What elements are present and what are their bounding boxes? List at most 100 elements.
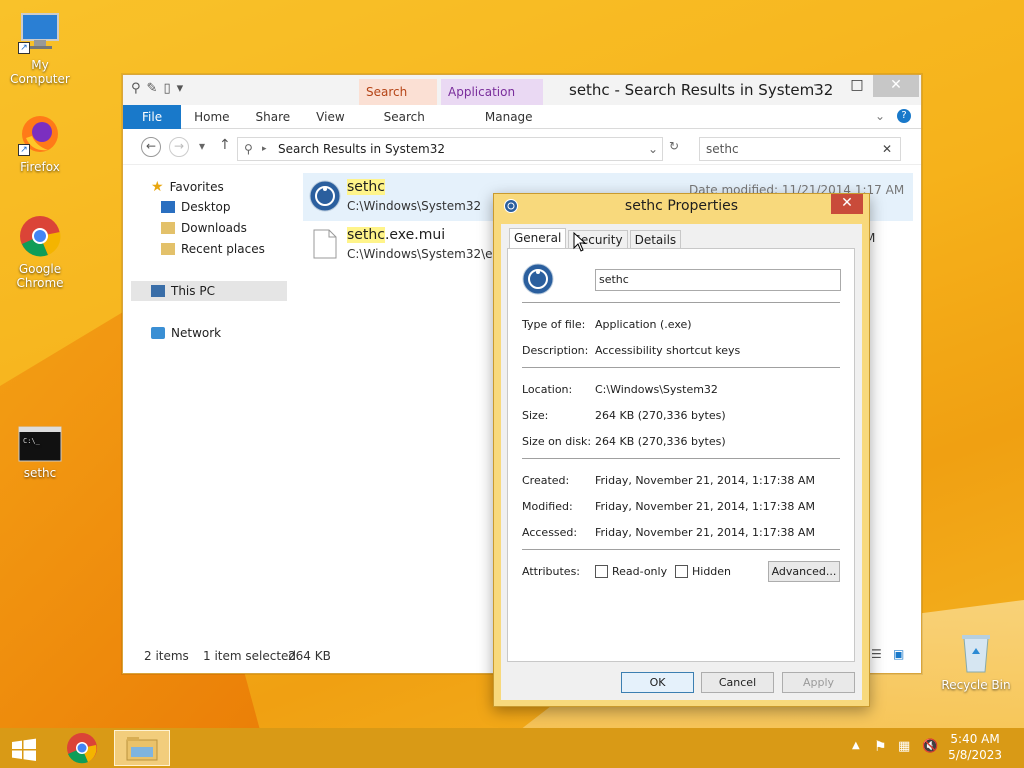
clock-time: 5:40 AM	[950, 732, 1000, 746]
app-icon	[309, 180, 341, 215]
file-path: C:\Windows\System32	[347, 199, 482, 213]
nav-recent-places[interactable]: Recent places	[161, 242, 265, 256]
tab-search[interactable]: Search	[358, 105, 451, 129]
apply-button[interactable]: Apply	[782, 672, 855, 693]
modified-value: Friday, November 21, 2014, 1:17:38 AM	[595, 500, 815, 513]
large-icons-view-icon[interactable]: ▣	[893, 647, 904, 661]
chevron-down-icon[interactable]: ▾	[199, 139, 205, 153]
desktop-icon-sethc[interactable]: C:\_ sethc	[0, 426, 80, 480]
new-folder-icon[interactable]: ▯	[163, 81, 170, 96]
size-on-disk-label: Size on disk:	[522, 435, 592, 448]
dialog-title: sethc Properties	[624, 198, 739, 214]
window-title: sethc - Search Results in System32	[569, 81, 834, 99]
chevron-down-icon[interactable]: ⌄	[875, 109, 885, 123]
taskbar-chrome[interactable]	[60, 730, 104, 766]
desktop-folder-icon	[161, 201, 175, 213]
file-path: C:\Windows\System32\en-U	[347, 247, 514, 261]
nav-favorites[interactable]: ★ Favorites	[151, 179, 224, 195]
divider	[522, 302, 840, 303]
type-value: Application (.exe)	[595, 318, 692, 331]
attributes-label: Attributes:	[522, 565, 581, 578]
desktop-icon-label: My Computer	[10, 58, 70, 86]
tab-manage[interactable]: Manage	[451, 105, 567, 129]
action-center-flag-icon[interactable]: ⚑	[874, 739, 887, 755]
dialog-close-button[interactable]: ✕	[831, 194, 863, 214]
divider	[522, 367, 840, 368]
show-hidden-icons-icon[interactable]: ▲	[852, 740, 860, 751]
nav-network[interactable]: Network	[151, 326, 221, 340]
back-button[interactable]: ←	[141, 137, 161, 157]
tab-home[interactable]: Home	[181, 105, 242, 129]
address-text: Search Results in System32	[278, 142, 445, 156]
tab-details[interactable]: Details	[629, 230, 682, 248]
nav-downloads[interactable]: Downloads	[161, 221, 247, 235]
location-value: C:\Windows\System32	[595, 383, 718, 396]
hidden-checkbox[interactable]: Hidden	[675, 565, 731, 578]
properties-icon[interactable]: ✎	[147, 81, 158, 96]
size-on-disk-value: 264 KB (270,336 bytes)	[595, 435, 726, 448]
shortcut-arrow-icon: ↗	[18, 144, 30, 156]
maximize-button[interactable]: □	[843, 75, 871, 97]
created-label: Created:	[522, 474, 570, 487]
app-icon	[522, 263, 554, 298]
selection-info: 1 item selected	[203, 649, 297, 663]
accessed-value: Friday, November 21, 2014, 1:17:38 AM	[595, 526, 815, 539]
context-tab-application-tools: Application Tools	[441, 79, 543, 125]
console-icon: C:\_	[18, 426, 62, 462]
forward-button[interactable]: →	[169, 137, 189, 157]
taskbar: ▲ ⚑ ▦ 🔇 5:40 AM 5/8/2023	[0, 728, 1024, 768]
tab-general[interactable]: General	[509, 228, 567, 248]
search-input[interactable]: sethc ✕	[699, 137, 901, 161]
file-name: sethc	[347, 227, 385, 243]
desktop-icon-chrome[interactable]: Google Chrome	[0, 214, 80, 290]
help-icon[interactable]: ?	[897, 109, 911, 123]
tab-file[interactable]: File	[123, 104, 182, 129]
dialog-body: General Security Details sethc Type of f…	[501, 224, 862, 700]
desktop-icon-recycle-bin[interactable]: Recycle Bin	[936, 630, 1016, 692]
details-view-icon[interactable]: ☰	[871, 647, 882, 661]
desktop-icon-label: Google Chrome	[16, 262, 64, 290]
nav-this-pc[interactable]: This PC	[131, 281, 287, 301]
type-label: Type of file:	[522, 318, 586, 331]
chevron-down-icon[interactable]: ▾	[177, 81, 184, 96]
desktop-icon-firefox[interactable]: ↗ Firefox	[0, 112, 80, 174]
file-name-input[interactable]: sethc	[595, 269, 841, 291]
desktop-icon-label: Firefox	[20, 160, 60, 174]
size-label: Size:	[522, 409, 549, 422]
minimize-button[interactable]: –	[803, 75, 831, 97]
readonly-checkbox[interactable]: Read-only	[595, 565, 667, 578]
folder-icon	[126, 737, 158, 761]
close-button[interactable]: ✕	[873, 75, 919, 97]
nav-desktop[interactable]: Desktop	[161, 200, 231, 214]
clock[interactable]: 5:40 AM 5/8/2023	[948, 731, 1002, 763]
desktop-icon-my-computer[interactable]: ↗ My Computer	[0, 10, 80, 86]
taskbar-file-explorer[interactable]	[114, 730, 170, 766]
mouse-cursor-icon	[573, 232, 587, 252]
up-arrow-icon[interactable]: ↑	[219, 137, 231, 153]
clear-icon[interactable]: ✕	[882, 138, 892, 160]
network-icon[interactable]: ▦	[898, 739, 910, 754]
quick-access-toolbar: ⚲ ✎ ▯ ▾	[131, 81, 183, 96]
refresh-icon[interactable]: ↻	[669, 139, 679, 153]
divider	[522, 458, 840, 459]
ok-button[interactable]: OK	[621, 672, 694, 693]
cancel-button[interactable]: Cancel	[701, 672, 774, 693]
volume-muted-icon[interactable]: 🔇	[922, 739, 938, 754]
description-label: Description:	[522, 344, 589, 357]
desktop-icon-label: Recycle Bin	[941, 678, 1011, 692]
address-row: ← → ▾ ↑ ⚲ ▸ Search Results in System32 ⌄…	[123, 129, 921, 165]
selection-size: 264 KB	[288, 649, 331, 663]
star-icon: ★	[151, 179, 164, 195]
tab-share[interactable]: Share	[243, 105, 304, 129]
tab-view[interactable]: View	[303, 105, 357, 129]
created-value: Friday, November 21, 2014, 1:17:38 AM	[595, 474, 815, 487]
chevron-down-icon[interactable]: ⌄	[648, 138, 658, 160]
address-bar[interactable]: ⚲ ▸ Search Results in System32 ⌄	[237, 137, 663, 161]
network-icon	[151, 327, 165, 339]
size-value: 264 KB (270,336 bytes)	[595, 409, 726, 422]
item-count: 2 items	[144, 649, 189, 663]
start-button[interactable]	[8, 730, 40, 766]
magnifier-icon[interactable]: ⚲	[131, 81, 141, 96]
advanced-button[interactable]: Advanced...	[768, 561, 840, 582]
general-tab-panel: sethc Type of file: Application (.exe) D…	[507, 248, 855, 662]
